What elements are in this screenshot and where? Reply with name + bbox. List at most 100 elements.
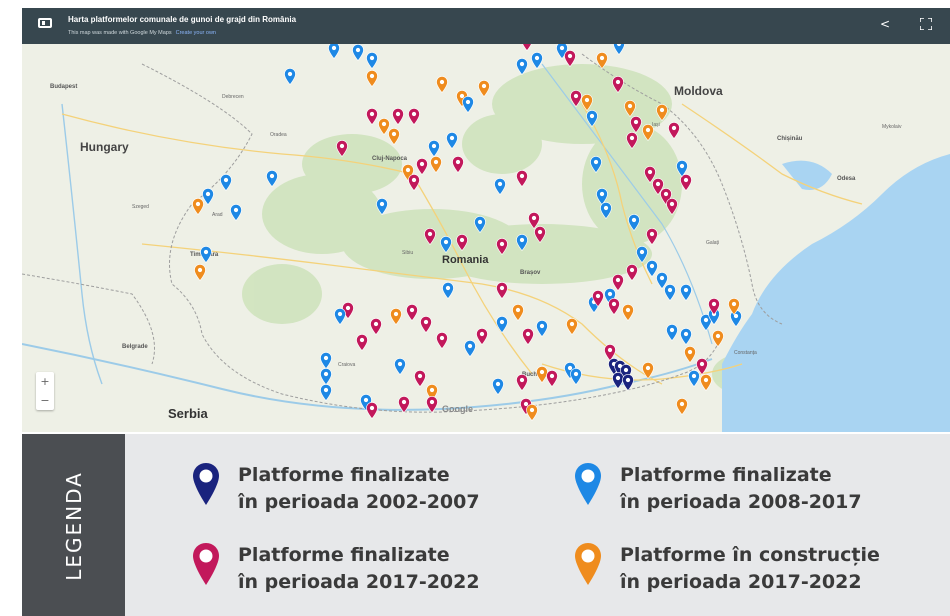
share-icon[interactable]: <: [880, 17, 890, 31]
map-pin-icon[interactable]: [708, 298, 720, 315]
map-pin-icon[interactable]: [622, 304, 634, 321]
map-pin-icon[interactable]: [680, 284, 692, 301]
map-pin-icon[interactable]: [624, 100, 636, 117]
map-pin-icon[interactable]: [414, 370, 426, 387]
map-layers-icon[interactable]: [38, 18, 52, 28]
map-pin-icon[interactable]: [284, 68, 296, 85]
map-pin-icon[interactable]: [436, 332, 448, 349]
map-pin-icon[interactable]: [496, 238, 508, 255]
map-pin-icon[interactable]: [496, 316, 508, 333]
map-pin-icon[interactable]: [194, 264, 206, 281]
map-pin-icon[interactable]: [366, 70, 378, 87]
map-pin-icon[interactable]: [664, 284, 676, 301]
map-pin-icon[interactable]: [526, 404, 538, 421]
map-pin-icon[interactable]: [266, 170, 278, 187]
map-pin-icon[interactable]: [394, 358, 406, 375]
map-pin-icon[interactable]: [570, 368, 582, 385]
map-pin-icon[interactable]: [626, 264, 638, 281]
map-pin-icon[interactable]: [581, 94, 593, 111]
map-pin-icon[interactable]: [474, 216, 486, 233]
map-pin-icon[interactable]: [192, 198, 204, 215]
fullscreen-icon[interactable]: [920, 18, 932, 30]
map-pin-icon[interactable]: [478, 80, 490, 97]
map-pin-icon[interactable]: [230, 204, 242, 221]
map-pin-icon[interactable]: [646, 228, 658, 245]
map-pin-icon[interactable]: [442, 282, 454, 299]
map-pin-icon[interactable]: [476, 328, 488, 345]
map-pin-icon[interactable]: [464, 340, 476, 357]
map-pin-icon[interactable]: [688, 370, 700, 387]
map-pin-icon[interactable]: [516, 234, 528, 251]
map-pin-icon[interactable]: [592, 290, 604, 307]
map-pin-icon[interactable]: [398, 396, 410, 413]
map-pin-icon[interactable]: [406, 304, 418, 321]
map-pin-icon[interactable]: [656, 104, 668, 121]
map-pin-icon[interactable]: [494, 178, 506, 195]
map-pin-icon[interactable]: [566, 318, 578, 335]
map-pin-icon[interactable]: [328, 44, 340, 59]
map-pin-icon[interactable]: [420, 316, 432, 333]
map-pin-icon[interactable]: [370, 318, 382, 335]
map-pin-icon[interactable]: [320, 384, 332, 401]
map-pin-icon[interactable]: [600, 202, 612, 219]
map-pin-icon[interactable]: [546, 370, 558, 387]
map-pin-icon[interactable]: [440, 236, 452, 253]
map-pin-icon[interactable]: [522, 328, 534, 345]
map-pin-icon[interactable]: [452, 156, 464, 173]
map-pin-icon[interactable]: [728, 298, 740, 315]
map-pin-icon[interactable]: [684, 346, 696, 363]
map-pin-icon[interactable]: [613, 44, 625, 55]
map-pin-icon[interactable]: [642, 362, 654, 379]
map-pin-icon[interactable]: [390, 308, 402, 325]
map-pin-icon[interactable]: [676, 160, 688, 177]
map-pin-icon[interactable]: [612, 76, 624, 93]
create-own-link[interactable]: Create your own: [176, 30, 216, 36]
map-pin-icon[interactable]: [668, 122, 680, 139]
map-pin-icon[interactable]: [700, 374, 712, 391]
map-pin-icon[interactable]: [590, 156, 602, 173]
map-pin-icon[interactable]: [428, 140, 440, 157]
map-pin-icon[interactable]: [334, 308, 346, 325]
map-pin-icon[interactable]: [564, 50, 576, 67]
map-pin-icon[interactable]: [521, 44, 533, 51]
map-pin-icon[interactable]: [630, 116, 642, 133]
map-pin-icon[interactable]: [496, 282, 508, 299]
map-canvas[interactable]: Hungary Moldova Romania Serbia Budapest …: [22, 44, 950, 432]
map-pin-icon[interactable]: [626, 132, 638, 149]
map-pin-icon[interactable]: [336, 140, 348, 157]
map-pin-icon[interactable]: [676, 398, 688, 415]
map-pin-icon[interactable]: [680, 328, 692, 345]
map-pin-icon[interactable]: [416, 158, 428, 175]
map-pin-icon[interactable]: [596, 52, 608, 69]
map-pin-icon[interactable]: [408, 174, 420, 191]
map-pin-icon[interactable]: [536, 320, 548, 337]
map-pin-icon[interactable]: [512, 304, 524, 321]
map-pin-icon[interactable]: [628, 214, 640, 231]
map-pin-icon[interactable]: [200, 246, 212, 263]
map-pin-icon[interactable]: [642, 124, 654, 141]
map-pin-icon[interactable]: [430, 156, 442, 173]
map-pin-icon[interactable]: [492, 378, 504, 395]
map-pin-icon[interactable]: [392, 108, 404, 125]
map-pin-icon[interactable]: [462, 96, 474, 113]
map-pin-icon[interactable]: [220, 174, 232, 191]
map-pin-icon[interactable]: [586, 110, 598, 127]
map-pin-icon[interactable]: [366, 52, 378, 69]
map-pin-icon[interactable]: [712, 330, 724, 347]
map-pin-icon[interactable]: [516, 170, 528, 187]
map-pin-icon[interactable]: [622, 374, 634, 391]
map-pin-icon[interactable]: [356, 334, 368, 351]
map-pin-icon[interactable]: [456, 234, 468, 251]
map-pin-icon[interactable]: [320, 352, 332, 369]
map-pin-icon[interactable]: [608, 298, 620, 315]
map-pin-icon[interactable]: [376, 198, 388, 215]
map-pin-icon[interactable]: [516, 374, 528, 391]
map-pin-icon[interactable]: [352, 44, 364, 61]
zoom-out-button[interactable]: −: [36, 391, 54, 410]
map-pin-icon[interactable]: [426, 396, 438, 413]
map-pin-icon[interactable]: [388, 128, 400, 145]
map-pin-icon[interactable]: [408, 108, 420, 125]
map-pin-icon[interactable]: [516, 58, 528, 75]
map-pin-icon[interactable]: [534, 226, 546, 243]
map-pin-icon[interactable]: [666, 324, 678, 341]
